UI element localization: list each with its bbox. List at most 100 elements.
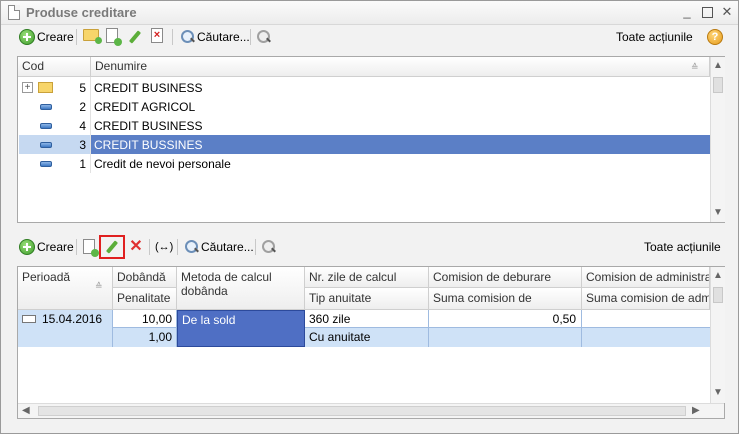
column-header-period[interactable]: Perioadă ≙ bbox=[18, 267, 113, 310]
delete-icon[interactable]: ✕ bbox=[128, 239, 144, 255]
scroll-down-icon[interactable]: ▼ bbox=[713, 207, 723, 218]
products-window: Produse creditare _ ✕ Creare × Căutare..… bbox=[0, 0, 739, 434]
column-header-code[interactable]: Cod bbox=[18, 57, 91, 77]
search-button[interactable]: Căutare... bbox=[180, 27, 250, 47]
column-header-penalty[interactable]: Penalitate bbox=[113, 288, 177, 310]
toolbar-separator bbox=[255, 239, 256, 255]
penalty-cell: 1,00 bbox=[113, 328, 177, 347]
name-cell: CREDIT BUSSINES bbox=[94, 138, 203, 152]
column-header-interest[interactable]: Dobândă bbox=[113, 267, 177, 288]
terms-table: Perioadă ≙ Dobândă Penalitate Metoda de … bbox=[17, 266, 725, 419]
code-cell: 4 bbox=[79, 119, 86, 133]
scroll-up-icon[interactable]: ▲ bbox=[713, 60, 723, 71]
period-cell: 15.04.2016 bbox=[18, 310, 113, 347]
help-icon[interactable]: ? bbox=[707, 29, 723, 45]
scroll-left-icon[interactable]: ◀ bbox=[22, 405, 30, 416]
disbursement-fee-value: 0,50 bbox=[552, 312, 576, 326]
window-title: Produse creditare bbox=[26, 5, 137, 20]
method-value: De la sold bbox=[182, 313, 236, 327]
vertical-scrollbar[interactable]: ▲ ▼ bbox=[710, 267, 725, 403]
scroll-right-icon[interactable]: ▶ bbox=[692, 405, 700, 416]
horizontal-scroll-thumb[interactable] bbox=[38, 406, 686, 416]
document-icon bbox=[8, 5, 20, 20]
create-term-label: Creare bbox=[37, 240, 74, 254]
column-header-name[interactable]: Denumire ≙ bbox=[91, 57, 710, 77]
column-header-annuity-type[interactable]: Tip anuitate bbox=[305, 288, 429, 310]
penalty-value: 1,00 bbox=[148, 330, 172, 344]
code-cell: 2 bbox=[79, 100, 86, 114]
name-cell: CREDIT BUSINESS bbox=[94, 119, 203, 133]
name-cell: CREDIT BUSINESS bbox=[94, 81, 203, 95]
edit-term-button[interactable] bbox=[99, 235, 125, 259]
title-bar: Produse creditare _ ✕ bbox=[1, 1, 738, 25]
all-actions-label: Toate acțiunile bbox=[616, 30, 693, 44]
column-header-disbursement-fee-sum[interactable]: Suma comision de deburare bbox=[429, 288, 582, 326]
period-header-label: Perioadă bbox=[22, 270, 71, 284]
move-button[interactable]: (↔) bbox=[155, 237, 173, 257]
code-cell: 1 bbox=[79, 157, 86, 171]
all-actions-menu[interactable]: Toate acțiunile ▼ bbox=[616, 27, 698, 63]
horizontal-scrollbar[interactable]: ◀ ▶ bbox=[18, 403, 724, 418]
column-header-days[interactable]: Nr. zile de calcul bbox=[305, 267, 429, 288]
add-folder-icon[interactable] bbox=[83, 29, 102, 44]
bottom-toolbar: Creare ✕ (↔) Căutare... Toate acțiunile … bbox=[1, 235, 738, 273]
disbursement-fee-sum-cell bbox=[429, 328, 582, 347]
method-cell: De la sold bbox=[177, 310, 305, 347]
top-toolbar: Creare × Căutare... Toate acțiunile ▼ ? bbox=[1, 25, 738, 63]
table-row[interactable]: + 5 CREDIT BUSINESS bbox=[19, 78, 710, 97]
column-header-name-label: Denumire bbox=[95, 59, 148, 73]
all-actions-menu-bottom[interactable]: Toate acțiunile ▼ bbox=[644, 237, 726, 273]
scroll-thumb[interactable] bbox=[713, 287, 723, 303]
toolbar-separator bbox=[76, 239, 77, 255]
code-cell: 5 bbox=[79, 81, 86, 95]
add-circle-icon bbox=[19, 29, 35, 45]
search-icon bbox=[184, 239, 200, 255]
table-row[interactable]: 1 Credit de nevoi personale bbox=[19, 154, 710, 173]
mark-delete-icon[interactable]: × bbox=[151, 28, 163, 43]
table-row[interactable]: 4 CREDIT BUSINESS bbox=[19, 116, 710, 135]
toolbar-separator bbox=[177, 239, 178, 255]
interest-cell: 10,00 bbox=[113, 310, 177, 328]
create-term-button[interactable]: Creare bbox=[19, 237, 74, 257]
name-cell: Credit de nevoi personale bbox=[94, 157, 231, 171]
create-label: Creare bbox=[37, 30, 74, 44]
edit-icon bbox=[104, 239, 120, 255]
annuity-type-value: Cu anuitate bbox=[309, 330, 371, 344]
table-row-selected[interactable]: 3 CREDIT BUSSINES bbox=[19, 135, 710, 154]
period-value: 15.04.2016 bbox=[42, 312, 103, 326]
column-header-admin-fee[interactable]: Comision de administrare bbox=[582, 267, 710, 288]
edit-icon[interactable] bbox=[127, 29, 143, 45]
sort-icon: ≙ bbox=[95, 281, 103, 291]
scroll-up-icon[interactable]: ▲ bbox=[713, 270, 723, 281]
disbursement-fee-cell: 0,50 bbox=[429, 310, 582, 328]
annuity-type-cell: Cu anuitate bbox=[305, 328, 429, 347]
toolbar-separator bbox=[76, 29, 77, 45]
admin-fee-cell bbox=[582, 310, 710, 328]
all-actions-label-bottom: Toate acțiunile bbox=[644, 240, 721, 254]
minimize-button[interactable]: _ bbox=[679, 4, 695, 20]
products-table: Cod Denumire ≙ + 5 CREDIT BUSINESS 2 CRE… bbox=[17, 56, 725, 223]
table-row[interactable]: 15.04.2016 10,00 1,00 De la sold 360 zil… bbox=[18, 310, 710, 347]
toolbar-separator bbox=[172, 29, 173, 45]
search-term-label: Căutare... bbox=[201, 240, 254, 254]
toolbar-separator bbox=[149, 239, 150, 255]
maximize-button[interactable] bbox=[702, 7, 713, 18]
search-term-button[interactable]: Căutare... bbox=[184, 237, 254, 257]
copy-term-icon[interactable] bbox=[83, 239, 99, 257]
add-circle-icon bbox=[19, 239, 35, 255]
interest-value: 10,00 bbox=[141, 312, 172, 326]
scroll-thumb[interactable] bbox=[713, 77, 723, 93]
admin-fee-sum-cell bbox=[582, 328, 710, 347]
column-header-disbursement-fee[interactable]: Comision de deburare bbox=[429, 267, 582, 288]
vertical-scrollbar[interactable]: ▲ ▼ bbox=[710, 57, 725, 222]
copy-item-icon[interactable] bbox=[106, 28, 122, 46]
column-divider bbox=[90, 77, 91, 173]
column-header-method[interactable]: Metoda de calcul dobânda bbox=[177, 267, 305, 310]
close-button[interactable]: ✕ bbox=[719, 4, 735, 20]
cancel-search-icon[interactable] bbox=[256, 29, 272, 45]
table-row[interactable]: 2 CREDIT AGRICOL bbox=[19, 97, 710, 116]
scroll-down-icon[interactable]: ▼ bbox=[713, 387, 723, 398]
column-header-admin-fee-sum[interactable]: Suma comision de adminis bbox=[582, 288, 710, 310]
cancel-search-icon[interactable] bbox=[261, 239, 277, 255]
create-button[interactable]: Creare bbox=[19, 27, 74, 47]
